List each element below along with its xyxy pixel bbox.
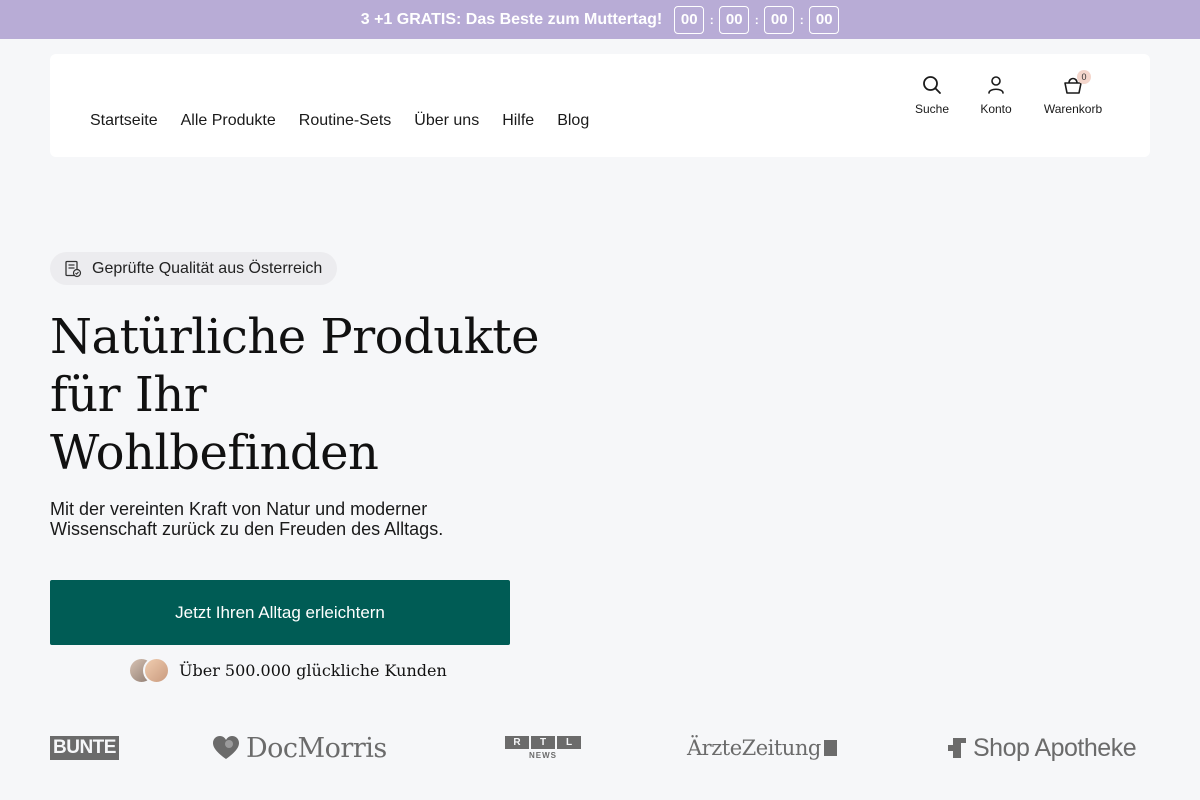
countdown-separator: : [799,12,804,27]
cart-icon-wrap: 0 [1062,70,1091,96]
bunte-logo: BUNTE [50,728,119,768]
bunte-logo-text: BUNTE [50,736,119,760]
nav-item-ueber-uns[interactable]: Über uns [414,112,479,130]
hero-subtitle: Mit der vereinten Kraft von Natur und mo… [50,499,444,539]
aerzte-zeitung-text: ÄrzteZeitung [687,736,821,760]
nav-item-routine-sets[interactable]: Routine-Sets [299,112,392,130]
hero-title-line: Natürliche Produkte [50,309,540,365]
rtl-news-text: NEWS [529,751,557,760]
caduceus-icon [823,740,837,756]
countdown-minutes: 00 [764,5,795,34]
shop-apotheke-logo: Shop Apotheke [947,728,1137,768]
rtl-letter: L [557,736,581,749]
search-icon [923,76,941,94]
countdown-timer: 00 : 00 : 00 : 00 [674,5,840,34]
rtl-letter: R [505,736,529,749]
promo-text: 3 +1 GRATIS: Das Beste zum Muttertag! [360,10,663,28]
social-proof-text: Über 500.000 glückliche Kunden [179,661,447,680]
user-icon [988,76,1004,94]
countdown-seconds: 00 [809,5,840,34]
customer-avatars [128,657,170,684]
cta-button[interactable]: Jetzt Ihren Alltag erleichtern [50,580,510,645]
countdown-days: 00 [674,5,705,34]
quality-badge-text: Geprüfte Qualität aus Österreich [92,259,323,277]
certificate-icon [65,260,82,277]
social-proof: Über 500.000 glückliche Kunden [128,657,447,684]
docmorris-logo-text: DocMorris [246,732,387,764]
shop-apotheke-text: Shop Apotheke [973,733,1137,762]
nav-item-hilfe[interactable]: Hilfe [502,112,534,130]
cart-label: Warenkorb [1043,102,1103,116]
countdown-separator: : [754,12,759,27]
search-label: Suche [914,102,950,116]
nav-item-alle-produkte[interactable]: Alle Produkte [181,112,276,130]
docmorris-logo: DocMorris [212,728,387,768]
search-button[interactable]: Suche [912,74,952,116]
hero-title: Natürliche Produkte für Ihr Wohlbefinden [50,308,570,482]
account-label: Konto [980,102,1012,116]
cart-count-badge: 0 [1077,70,1091,84]
rtl-letter: T [531,736,555,749]
cart-button[interactable]: 0 Warenkorb [1040,70,1106,116]
rtl-letters: R T L [505,736,581,749]
account-button[interactable]: Konto [976,74,1016,116]
rtl-news-logo: R T L NEWS [505,728,581,768]
header-tools: Suche Konto 0 Warenkorb [912,70,1106,116]
press-logos: BUNTE DocMorris R T L NEWS ÄrzteZeitung … [50,728,1150,768]
hero-title-line: für Ihr [50,367,207,423]
nav-item-blog[interactable]: Blog [557,112,589,130]
countdown-separator: : [709,12,714,27]
avatar [143,657,170,684]
aerzte-zeitung-logo: ÄrzteZeitung [687,728,837,768]
main-nav: Startseite Alle Produkte Routine-Sets Üb… [90,112,589,130]
countdown-hours: 00 [719,5,750,34]
heart-icon [213,736,239,759]
quality-badge: Geprüfte Qualität aus Österreich [50,252,338,285]
site-header: Startseite Alle Produkte Routine-Sets Üb… [50,54,1150,157]
nav-item-startseite[interactable]: Startseite [90,112,158,130]
shop-apotheke-mark-icon [948,738,966,758]
hero-title-line: Wohlbefinden [50,425,379,481]
promo-bar: 3 +1 GRATIS: Das Beste zum Muttertag! 00… [0,0,1200,39]
